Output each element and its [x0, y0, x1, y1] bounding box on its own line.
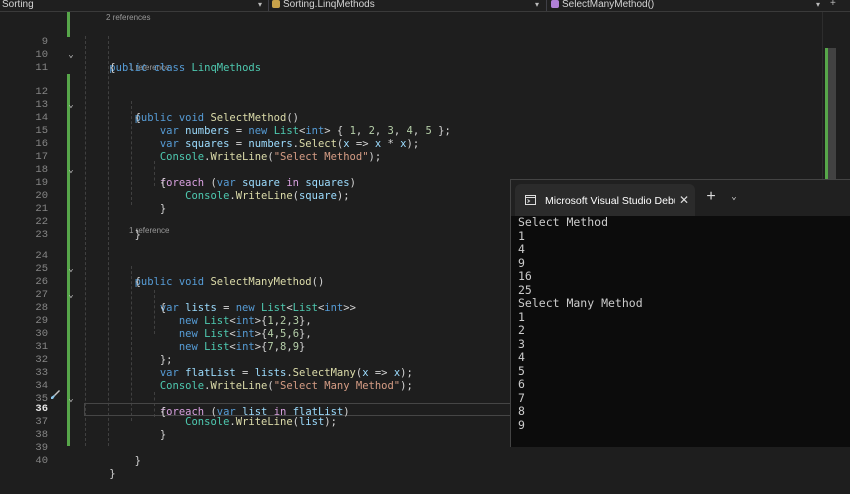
console-output-line: 6 [518, 377, 525, 391]
code-line: 14 var numbers = new List<int> { 1, 2, 3… [0, 99, 850, 137]
console-output-line: 9 [518, 255, 525, 270]
divider [268, 0, 269, 11]
chevron-down-icon[interactable]: ▾ [258, 0, 262, 11]
class-path: Sorting.LinqMethods [283, 0, 375, 10]
new-tab-icon[interactable]: + [704, 189, 718, 205]
debug-console-window[interactable]: Microsoft Visual Studio Debug Console ✕ … [510, 179, 850, 447]
code-line: 11 [0, 49, 850, 74]
console-output-line: 25 [518, 282, 532, 297]
code-line: 19 Console.WriteLine(square); [0, 164, 850, 202]
class-dropdown[interactable]: Sorting.LinqMethods [272, 0, 375, 11]
console-output-line: Select Method [518, 215, 609, 229]
console-output-line: 4 [518, 350, 525, 364]
console-title: Microsoft Visual Studio Debug Console [545, 195, 675, 207]
project-name: Sorting [2, 0, 34, 10]
navigation-bar: Sorting ▾ Sorting.LinqMethods ▾ SelectMa… [0, 0, 850, 12]
class-icon [272, 0, 280, 9]
line-number: 40 [35, 455, 48, 467]
console-output-line: 9 [518, 417, 525, 432]
divider [546, 0, 547, 11]
code-line: 17 ⌄ foreach (var square in squares) [0, 138, 850, 189]
console-tab[interactable]: Microsoft Visual Studio Debug Console ✕ [515, 184, 695, 216]
references-codelens[interactable]: 2 references [106, 12, 150, 23]
console-output-line: 16 [518, 269, 532, 283]
paintbrush-icon[interactable] [49, 389, 61, 401]
code-line: 18 { [0, 151, 850, 189]
chevron-down-icon[interactable]: ▾ [535, 0, 539, 11]
method-cube-icon [551, 0, 559, 9]
console-output-line: 5 [518, 363, 525, 378]
console-output: Select Method 1 4 9 16 25 Select Many Method 1 2… [518, 215, 848, 432]
member-name: SelectManyMethod() [562, 0, 655, 10]
terminal-icon [525, 195, 536, 205]
scrollbar-thumb[interactable] [828, 48, 836, 188]
member-dropdown[interactable]: SelectManyMethod() [551, 0, 654, 11]
console-output-line: 8 [518, 404, 525, 418]
code-line: 13 { [0, 86, 850, 124]
console-output-line: 7 [518, 390, 525, 405]
close-icon[interactable]: ✕ [677, 192, 691, 208]
console-output-line: 2 [518, 323, 525, 337]
project-dropdown[interactable]: Sorting [2, 0, 34, 11]
code-line: 12 ⌄ public void SelectMethod() [0, 73, 850, 124]
console-output-line: 1 [518, 228, 525, 243]
code-line: 16 Console.WriteLine("Select Method"); [0, 125, 850, 163]
code-line: 15 var squares = numbers.Select(x => x *… [0, 112, 850, 150]
chevron-down-icon[interactable]: ▾ [816, 0, 820, 11]
console-output-line: 1 [518, 309, 525, 324]
code-line: 9 ⌄ public class LinqMethods [0, 23, 850, 74]
chevron-down-icon[interactable]: ⌄ [727, 189, 741, 205]
code-line: 10 { [0, 36, 850, 74]
console-output-line: Select Many Method [518, 296, 643, 310]
code-text: } [84, 468, 116, 480]
split-add-icon[interactable]: + [830, 0, 836, 10]
console-output-line: 3 [518, 336, 525, 351]
code-text: } [84, 455, 141, 467]
console-output-line: 4 [518, 242, 525, 256]
console-titlebar: Microsoft Visual Studio Debug Console ✕ … [511, 180, 850, 216]
